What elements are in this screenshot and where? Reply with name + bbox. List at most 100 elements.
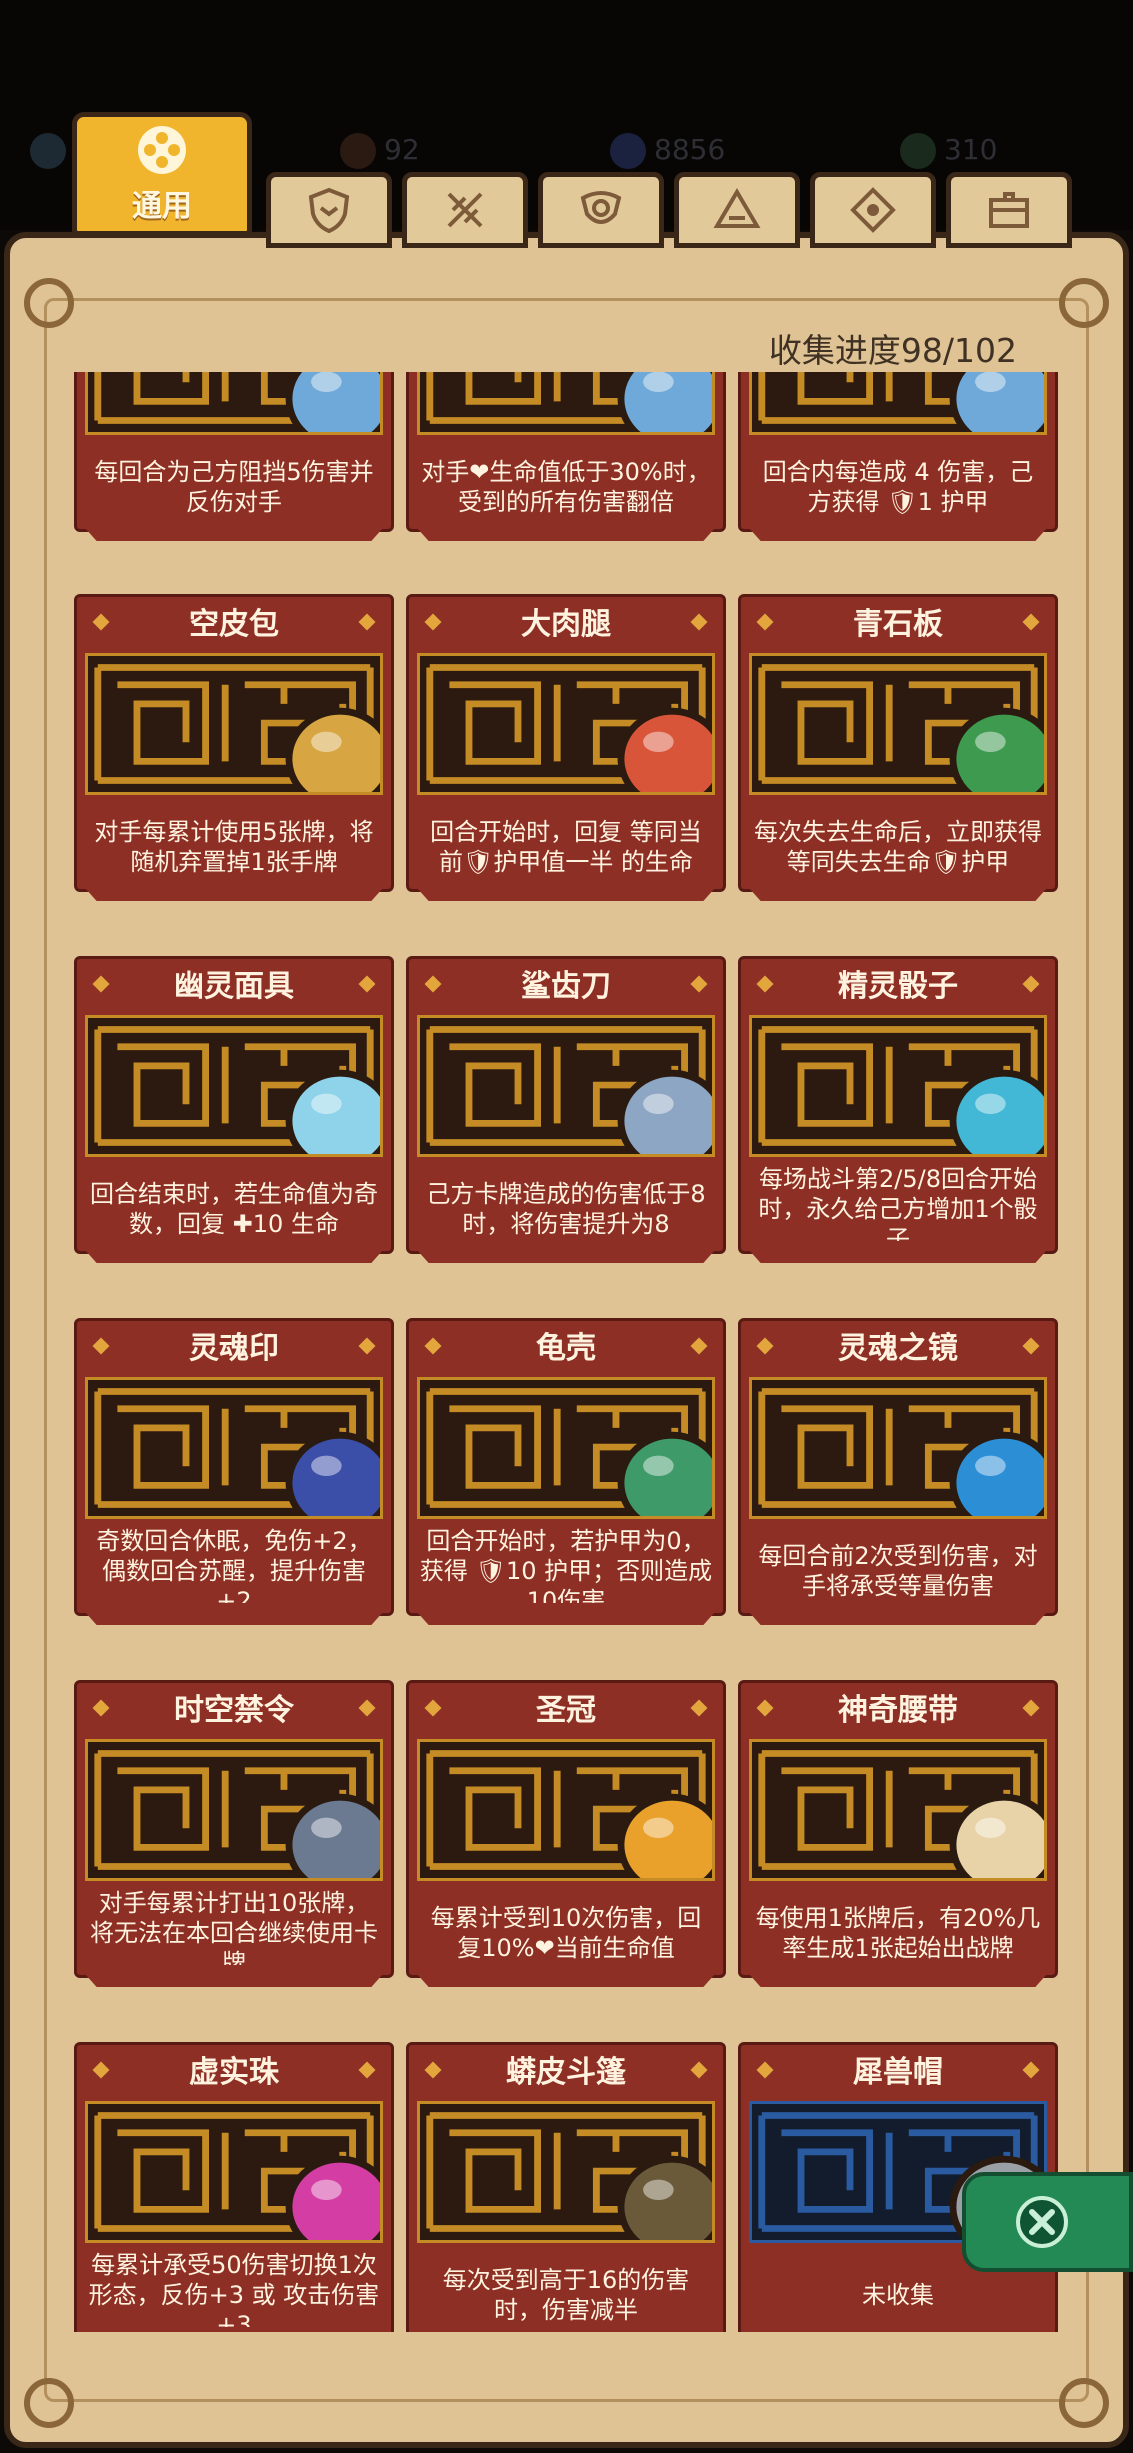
ornament-tab-icon — [850, 187, 896, 233]
card-notch — [741, 519, 1055, 541]
tab-triangle[interactable] — [674, 172, 800, 248]
item-title: 神奇腰带 — [838, 1693, 958, 1728]
item-card[interactable]: 灵魂之镜每回合前2次受到伤害，对手将承受等量伤害 — [738, 1318, 1058, 1625]
card-notch — [409, 879, 723, 901]
item-frame — [85, 653, 383, 795]
card-notch — [409, 1603, 723, 1625]
turtle-shell-icon — [617, 1431, 712, 1516]
card-notch — [409, 2327, 723, 2332]
item-title: 鲨齿刀 — [521, 969, 611, 1004]
swirl-tab-icon — [580, 191, 622, 224]
title-ornament — [358, 975, 376, 993]
item-description: 回合开始时，回复 等同当前🛡护甲值一半 的生命 — [430, 818, 702, 876]
item-card[interactable]: 时空禁令 对手每累计打出10张牌，将无法在本回合继续使用卡牌 — [74, 1680, 394, 1987]
item-description: 每回合前2次受到伤害，对手将承受等量伤害 — [758, 1542, 1038, 1600]
item-description: 每累计受到10次伤害，回复10%❤当前生命值 — [430, 1904, 702, 1962]
item-title: 灵魂印 — [189, 1331, 279, 1366]
title-ornament — [756, 613, 774, 631]
title-ornament — [424, 975, 442, 993]
item-title-bar: 圣冠 — [409, 1683, 723, 1731]
item-frame — [749, 1377, 1047, 1519]
item-card[interactable]: 蟒皮斗篷 每次受到高于16的伤害时，伤害减半 — [406, 2042, 726, 2332]
python-cloak-icon — [617, 2155, 712, 2240]
title-ornament — [358, 2061, 376, 2079]
item-description: 每次失去生命后，立即获得 等同失去生命🛡护甲 — [754, 818, 1042, 876]
card-notch — [741, 2327, 1055, 2332]
item-grid[interactable]: 每回合为己方阻挡5伤害并反伤对手 对手❤生命值低于30%时，受到的所有伤害翻倍 回合… — [60, 372, 1070, 2332]
item-card[interactable]: 回合内每造成 4 伤害，己方获得 🛡1 护甲 — [738, 372, 1058, 541]
card-notch — [77, 1965, 391, 1987]
item-card[interactable]: 精灵骰子每场战斗第2/5/8回合开始时，永久给己方增加1个骰子 — [738, 956, 1058, 1263]
void-orb-icon — [285, 2155, 380, 2240]
item-card[interactable]: 大肉腿 回合开始时，回复 等同当前🛡护甲值一半 的生命 — [406, 594, 726, 901]
close-button[interactable] — [962, 2172, 1133, 2272]
item-card[interactable]: 鲨齿刀 己方卡牌造成的伤害低于8时，将伤害提升为8 — [406, 956, 726, 1263]
tab-shield[interactable] — [266, 172, 392, 248]
tab-ornament[interactable] — [810, 172, 936, 248]
item-frame — [417, 1739, 715, 1881]
item-title-bar: 灵魂之镜 — [741, 1321, 1055, 1369]
item-title-bar: 龟壳 — [409, 1321, 723, 1369]
item-title-bar: 灵魂印 — [77, 1321, 391, 1369]
item-title: 青石板 — [853, 607, 943, 642]
title-ornament — [690, 1337, 708, 1355]
tab-general-label: 通用 — [132, 189, 192, 224]
item-card[interactable]: 神奇腰带 每使用1张牌后，有20%几率生成1张起始出战牌 — [738, 1680, 1058, 1987]
general-icon — [138, 126, 186, 174]
title-ornament — [358, 1699, 376, 1717]
title-ornament — [1022, 975, 1040, 993]
item-card[interactable]: 虚实珠 每累计承受50伤害切换1次形态，反伤+3 或 攻击伤害+3 — [74, 2042, 394, 2332]
tab-swords[interactable] — [402, 172, 528, 248]
item-description: 每场战斗第2/5/8回合开始时，永久给己方增加1个骰子 — [758, 1165, 1038, 1253]
item-card[interactable]: 幽灵面具 回合结束时，若生命值为奇数，回复 ✚10 生命 — [74, 956, 394, 1263]
item-description: 对手❤生命值低于30%时，受到的所有伤害翻倍 — [421, 458, 711, 516]
gem-display: 8856 — [610, 128, 725, 172]
time-ban-icon — [285, 1793, 380, 1878]
item-frame — [417, 372, 715, 435]
title-ornament — [92, 1699, 110, 1717]
title-ornament — [424, 613, 442, 631]
item-title-bar: 精灵骰子 — [741, 959, 1055, 1007]
title-ornament — [756, 2061, 774, 2079]
title-ornament — [1022, 1337, 1040, 1355]
item-description: 回合结束时，若生命值为奇数，回复 ✚10 生命 — [90, 1180, 378, 1238]
title-ornament — [92, 975, 110, 993]
close-icon — [1016, 2196, 1068, 2248]
item-title: 精灵骰子 — [838, 969, 958, 1004]
hidden-item-icon — [617, 372, 712, 432]
tab-general[interactable]: 通用 — [72, 112, 252, 236]
item-card[interactable]: 灵魂印奇数回合休眠，免伤+2，偶数回合苏醒，提升伤害+2 — [74, 1318, 394, 1625]
item-card[interactable]: 圣冠每累计受到10次伤害，回复10%❤当前生命值 — [406, 1680, 726, 1987]
title-ornament — [756, 975, 774, 993]
soul-mirror-icon — [949, 1431, 1044, 1516]
item-frame — [749, 653, 1047, 795]
card-notch — [409, 1241, 723, 1263]
item-card[interactable]: 每回合为己方阻挡5伤害并反伤对手 — [74, 372, 394, 541]
shield-tab-icon — [308, 187, 350, 234]
tab-swirl[interactable] — [538, 172, 664, 248]
gem-icon — [610, 133, 646, 169]
item-card[interactable]: 青石板每次失去生命后，立即获得 等同失去生命🛡护甲 — [738, 594, 1058, 901]
item-description: 奇数回合休眠，免伤+2，偶数回合苏醒，提升伤害+2 — [96, 1527, 372, 1615]
collection-screen: { "resources": [ {"name": "level", "valu… — [0, 0, 1133, 2453]
magic-belt-icon — [949, 1793, 1044, 1878]
card-notch — [77, 2327, 391, 2332]
card-notch — [409, 519, 723, 541]
item-card[interactable]: 空皮包 对手每累计使用5张牌，将随机弃置掉1张手牌 — [74, 594, 394, 901]
item-title: 圣冠 — [536, 1693, 596, 1728]
item-description: 每回合为己方阻挡5伤害并反伤对手 — [94, 458, 374, 516]
title-ornament — [690, 1699, 708, 1717]
card-notch — [741, 1241, 1055, 1263]
coin-icon — [900, 133, 936, 169]
card-notch — [77, 1241, 391, 1263]
title-ornament — [756, 1337, 774, 1355]
title-ornament — [92, 613, 110, 631]
stone-slab-icon — [949, 707, 1044, 792]
item-card[interactable]: 对手❤生命值低于30%时，受到的所有伤害翻倍 — [406, 372, 726, 541]
item-title: 灵魂之镜 — [838, 1331, 958, 1366]
item-title-bar: 神奇腰带 — [741, 1683, 1055, 1731]
item-card[interactable]: 龟壳 回合开始时，若护甲为0，获得 🛡10 护甲；否则造成10伤害 — [406, 1318, 726, 1625]
item-frame — [749, 1015, 1047, 1157]
tab-chest[interactable] — [946, 172, 1072, 248]
card-notch — [741, 1965, 1055, 1987]
